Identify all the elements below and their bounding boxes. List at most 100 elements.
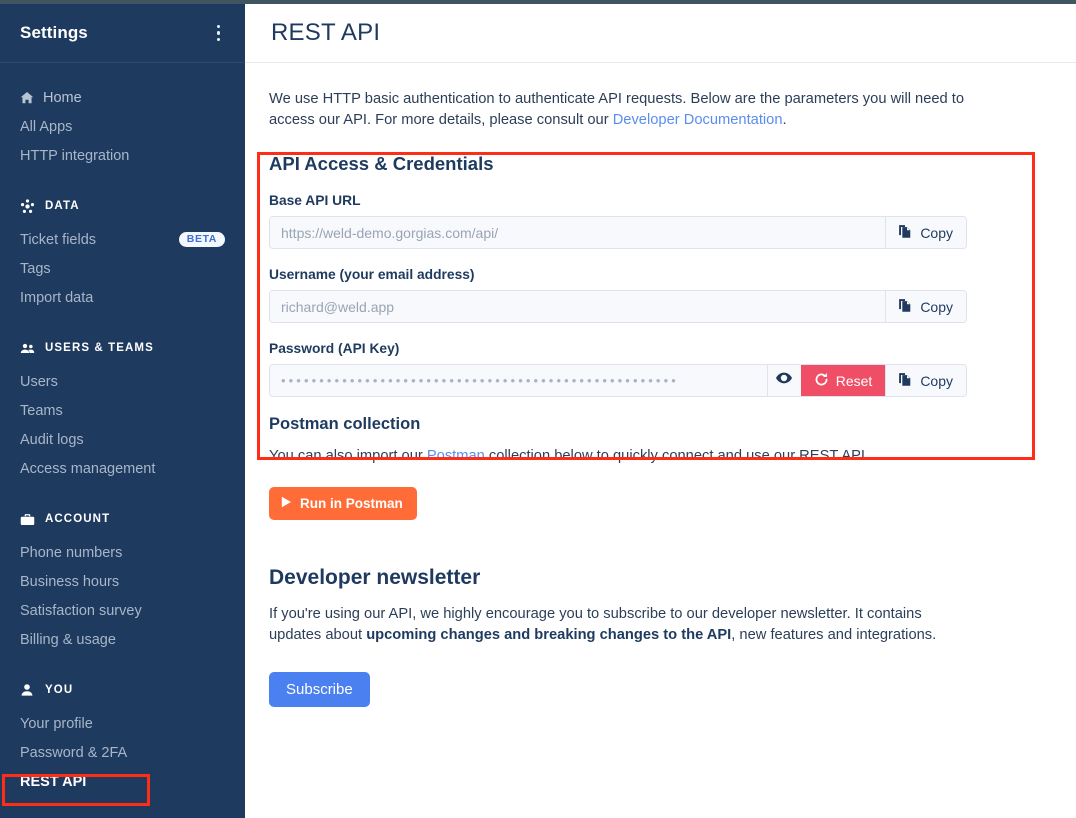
username-row: richard@weld.app Copy	[269, 290, 967, 323]
sidebar-item-label: Ticket fields	[20, 231, 97, 248]
run-in-postman-button[interactable]: Run in Postman	[269, 487, 417, 520]
newsletter-paragraph: If you're using our API, we highly encou…	[269, 604, 969, 646]
status-badge-beta: BETA	[178, 231, 225, 248]
sidebar-item-label: Business hours	[20, 573, 120, 590]
reset-api-key-button[interactable]: Reset	[800, 365, 886, 396]
sidebar-item-billing-usage[interactable]: Billing & usage	[0, 625, 245, 654]
copy-username-button[interactable]: Copy	[885, 291, 966, 322]
sidebar-item-satisfaction-survey[interactable]: Satisfaction survey	[0, 596, 245, 625]
sidebar-item-teams[interactable]: Teams	[0, 396, 245, 425]
sidebar-item-rest-api[interactable]: REST API	[0, 767, 245, 796]
sidebar-item-label: Access management	[20, 460, 156, 477]
sidebar-item-audit-logs[interactable]: Audit logs	[0, 425, 245, 454]
sidebar-item-all-apps[interactable]: All Apps	[0, 112, 245, 141]
sidebar-item-label: Password & 2FA	[20, 744, 128, 761]
eye-icon	[776, 370, 793, 391]
sidebar-item-users[interactable]: Users	[0, 367, 245, 396]
sidebar-section-label: DATA	[45, 200, 80, 212]
sidebar-item-password-2fa[interactable]: Password & 2FA	[0, 738, 245, 767]
sidebar-item-label: Teams	[20, 402, 63, 419]
sidebar-item-tags[interactable]: Tags	[0, 254, 245, 283]
sidebar-item-your-profile[interactable]: Your profile	[0, 709, 245, 738]
base-api-url-label: Base API URL	[269, 193, 361, 208]
password-label: Password (API Key)	[269, 341, 400, 356]
password-input[interactable]: ••••••••••••••••••••••••••••••••••••••••…	[270, 365, 767, 396]
copy-label: Copy	[920, 224, 953, 241]
sidebar-section-label: YOU	[45, 684, 74, 696]
copy-label: Copy	[920, 298, 953, 315]
sidebar-section-label: USERS & TEAMS	[45, 342, 154, 354]
play-icon	[281, 496, 292, 511]
reveal-password-button[interactable]	[766, 365, 801, 396]
sidebar-item-business-hours[interactable]: Business hours	[0, 567, 245, 596]
postman-link[interactable]: Postman	[427, 448, 485, 464]
kebab-dot	[216, 31, 220, 35]
newsletter-title: Developer newsletter	[269, 566, 481, 589]
home-icon	[20, 91, 34, 105]
page-title: REST API	[271, 19, 381, 46]
kebab-dot	[216, 24, 220, 29]
briefcase-icon	[20, 512, 36, 527]
data-hub-icon	[20, 198, 36, 214]
sidebar-item-label: REST API	[20, 773, 87, 790]
username-input[interactable]: richard@weld.app	[270, 291, 886, 322]
main-body: We use HTTP basic authentication to auth…	[245, 63, 1076, 707]
username-label: Username (your email address)	[269, 267, 475, 282]
sidebar-item-label: Users	[20, 373, 58, 390]
intro-text-after: .	[782, 112, 787, 128]
password-masked-value: ••••••••••••••••••••••••••••••••••••••••…	[281, 373, 679, 388]
sidebar-item-phone-numbers[interactable]: Phone numbers	[0, 538, 245, 567]
sidebar-item-http-integration[interactable]: HTTP integration	[0, 141, 245, 170]
refresh-icon	[814, 372, 829, 390]
postman-title: Postman collection	[269, 415, 421, 433]
copy-api-key-button[interactable]: Copy	[885, 365, 966, 396]
developer-documentation-link[interactable]: Developer Documentation	[613, 112, 783, 128]
postman-paragraph: You can also import our Postman collecti…	[269, 446, 969, 467]
main-header: REST API	[245, 4, 1076, 63]
sidebar-item-import-data[interactable]: Import data	[0, 283, 245, 312]
copy-label: Copy	[920, 372, 953, 389]
sidebar: Settings Home All Apps HTTP integration	[0, 4, 245, 818]
sidebar-item-label: Phone numbers	[20, 544, 123, 561]
users-icon	[20, 341, 36, 356]
sidebar-title: Settings	[20, 23, 88, 42]
settings-page: Settings Home All Apps HTTP integration	[0, 0, 1076, 818]
sidebar-item-label: Import data	[20, 289, 94, 306]
sidebar-item-label: Satisfaction survey	[20, 602, 142, 619]
sidebar-item-label: Your profile	[20, 715, 93, 732]
base-api-url-row: https://weld-demo.gorgias.com/api/ Copy	[269, 216, 967, 249]
intro-paragraph: We use HTTP basic authentication to auth…	[269, 89, 969, 131]
person-icon	[20, 683, 36, 697]
sidebar-item-label: HTTP integration	[20, 147, 130, 164]
sidebar-item-ticket-fields[interactable]: Ticket fields BETA	[0, 225, 245, 254]
sidebar-item-access-management[interactable]: Access management	[0, 454, 245, 483]
copy-icon	[898, 224, 913, 242]
kebab-menu-icon[interactable]	[211, 21, 227, 46]
password-row: ••••••••••••••••••••••••••••••••••••••••…	[269, 364, 967, 397]
run-in-postman-label: Run in Postman	[300, 496, 403, 511]
sidebar-section-label: ACCOUNT	[45, 513, 111, 525]
base-api-url-input[interactable]: https://weld-demo.gorgias.com/api/	[270, 217, 886, 248]
sidebar-top-nav: Home All Apps HTTP integration	[0, 63, 245, 170]
postman-text-before: You can also import our	[269, 448, 427, 464]
copy-icon	[898, 298, 913, 316]
sidebar-header: Settings	[0, 4, 245, 63]
sidebar-item-label: Audit logs	[20, 431, 84, 448]
sidebar-item-label: Billing & usage	[20, 631, 116, 648]
sidebar-item-label: Tags	[20, 260, 51, 277]
sidebar-item-label: All Apps	[20, 118, 73, 135]
kebab-dot	[216, 37, 220, 42]
copy-icon	[898, 372, 913, 390]
copy-base-api-url-button[interactable]: Copy	[885, 217, 966, 248]
newsletter-bold-text: upcoming changes and breaking changes to…	[366, 627, 732, 643]
credentials-title: API Access & Credentials	[269, 153, 494, 174]
sidebar-section-you: YOU	[0, 680, 245, 700]
main-content: REST API We use HTTP basic authenticatio…	[245, 4, 1076, 818]
subscribe-button[interactable]: Subscribe	[269, 672, 370, 707]
postman-text-after: collection below to quickly connect and …	[484, 448, 870, 464]
sidebar-section-users-teams: USERS & TEAMS	[0, 338, 245, 358]
sidebar-section-data: DATA	[0, 196, 245, 216]
sidebar-item-label: Home	[43, 89, 82, 106]
sidebar-item-home[interactable]: Home	[0, 83, 245, 112]
sidebar-section-account: ACCOUNT	[0, 509, 245, 529]
